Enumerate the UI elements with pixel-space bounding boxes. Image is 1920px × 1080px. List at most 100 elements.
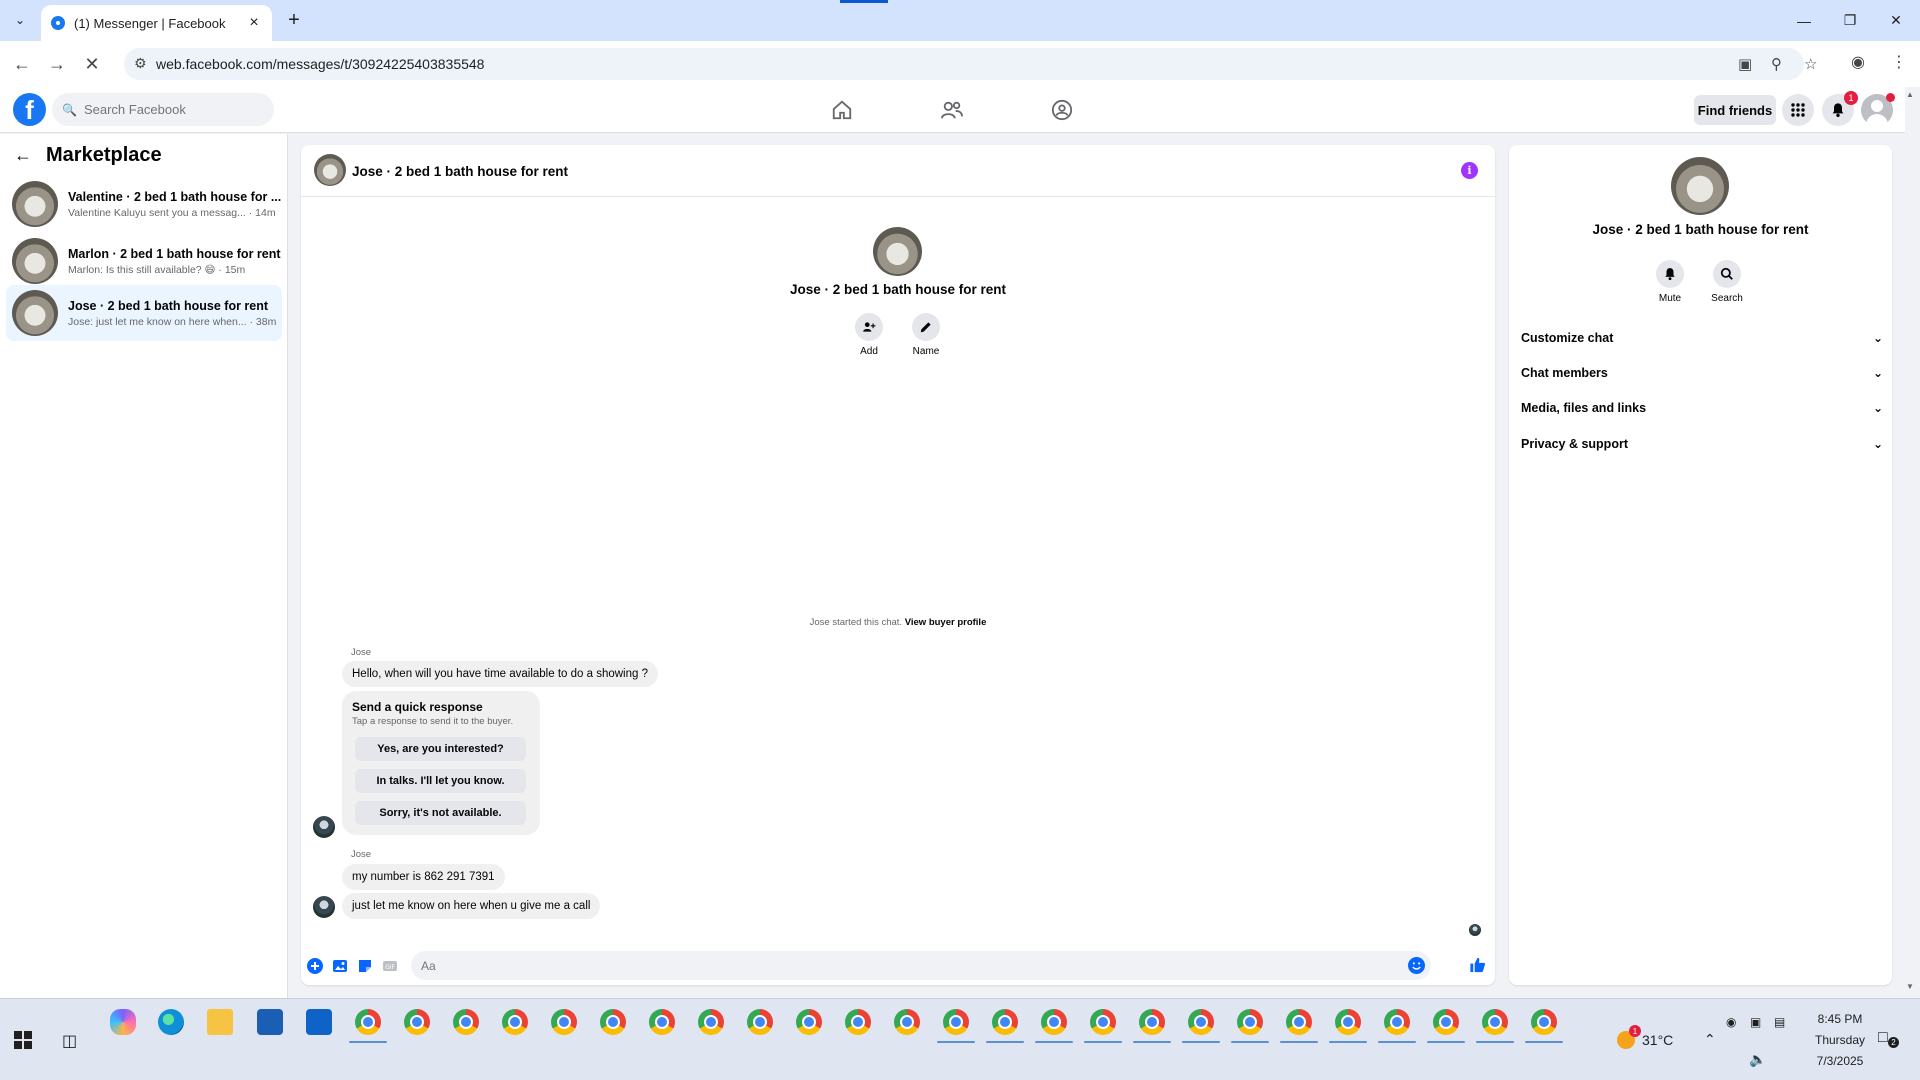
chrome-window-icon[interactable] [551, 1009, 577, 1035]
back-arrow-icon[interactable]: ← [14, 145, 32, 166]
media-files-links-section[interactable]: Media, files and links ⌄ [1521, 393, 1883, 423]
photo-icon[interactable] [331, 957, 348, 974]
friends-icon[interactable] [939, 97, 965, 123]
message-input-field[interactable] [411, 951, 1431, 980]
quick-response-interested-button[interactable]: Yes, are you interested? [355, 737, 526, 761]
tab-search-chevron-icon[interactable]: ⌄ [8, 8, 32, 32]
add-person-icon[interactable] [855, 313, 883, 341]
network-icon[interactable]: ▤ [1774, 1015, 1785, 1029]
facebook-search[interactable]: 🔍 [52, 93, 274, 126]
chrome-window-icon[interactable] [943, 1009, 969, 1035]
view-buyer-profile-link[interactable]: View buyer profile [905, 617, 987, 628]
windows-start-icon[interactable] [14, 1031, 32, 1049]
chrome-window-icon[interactable] [649, 1009, 675, 1035]
browser-tab-messenger[interactable]: (1) Messenger | Facebook × [41, 5, 272, 41]
sender-avatar[interactable] [313, 896, 335, 918]
scroll-up-arrow-icon[interactable]: ▲ [1906, 90, 1914, 99]
chrome-window-icon[interactable] [1335, 1009, 1361, 1035]
scroll-down-arrow-icon[interactable]: ▼ [1906, 982, 1914, 991]
quick-response-in-talks-button[interactable]: In talks. I'll let you know. [355, 769, 526, 793]
gif-icon[interactable]: GIF [381, 957, 398, 974]
chrome-window-icon[interactable] [1482, 1009, 1508, 1035]
url-text[interactable]: web.facebook.com/messages/t/309242254038… [156, 56, 484, 72]
chat-header-thumbnail[interactable] [314, 154, 346, 186]
minimize-window-icon[interactable]: — [1781, 0, 1827, 41]
file-explorer-icon[interactable] [207, 1009, 233, 1035]
conversation-item-valentine[interactable]: Valentine · 2 bed 1 bath house for ... V… [6, 176, 282, 232]
back-arrow-icon[interactable]: ← [10, 52, 34, 76]
close-tab-icon[interactable]: × [246, 14, 262, 32]
new-tab-plus-icon[interactable]: + [282, 8, 306, 32]
name-action[interactable]: Name [901, 313, 951, 357]
chrome-window-icon[interactable] [796, 1009, 822, 1035]
facebook-search-input[interactable] [83, 102, 254, 117]
conversation-item-jose[interactable]: Jose · 2 bed 1 bath house for rent Jose:… [6, 285, 282, 341]
privacy-support-section[interactable]: Privacy & support ⌄ [1521, 429, 1883, 459]
copilot-app-icon[interactable] [110, 1009, 136, 1035]
chrome-window-icon[interactable] [1286, 1009, 1312, 1035]
chrome-window-icon[interactable] [747, 1009, 773, 1035]
emoji-icon[interactable] [1408, 957, 1425, 974]
quick-response-not-available-button[interactable]: Sorry, it's not available. [355, 801, 526, 825]
microsoft-store-icon[interactable] [257, 1009, 283, 1035]
add-people-action[interactable]: Add [844, 313, 894, 357]
profile-icon[interactable]: ◉ [1851, 52, 1865, 72]
chat-header-name[interactable]: Jose · 2 bed 1 bath house for rent [352, 164, 568, 179]
recording-icon[interactable]: ◉ [1726, 1015, 1736, 1029]
facebook-logo-icon[interactable]: f [13, 93, 46, 126]
system-clock[interactable]: 8:45 PM Thursday 7/3/2025 [1800, 1009, 1880, 1072]
chrome-window-icon[interactable] [1090, 1009, 1116, 1035]
chrome-window-icon[interactable] [453, 1009, 479, 1035]
chrome-window-icon[interactable] [698, 1009, 724, 1035]
chrome-window-icon[interactable] [992, 1009, 1018, 1035]
chrome-window-icon[interactable] [502, 1009, 528, 1035]
close-window-icon[interactable]: ✕ [1873, 0, 1919, 41]
chrome-window-icon[interactable] [600, 1009, 626, 1035]
chrome-window-icon[interactable] [355, 1009, 381, 1035]
weather-widget[interactable]: 1 31°C [1617, 1025, 1673, 1049]
task-view-icon[interactable]: ◫ [62, 1031, 77, 1051]
site-settings-icon[interactable]: ⚙ [134, 55, 147, 72]
sender-avatar[interactable] [313, 816, 335, 838]
mute-action[interactable]: Mute [1645, 260, 1695, 304]
pencil-icon[interactable] [912, 313, 940, 341]
chat-members-section[interactable]: Chat members ⌄ [1521, 358, 1883, 388]
chrome-window-icon[interactable] [1237, 1009, 1263, 1035]
conversation-item-marlon[interactable]: Marlon · 2 bed 1 bath house for rent Mar… [6, 233, 282, 289]
message-input[interactable] [421, 958, 1408, 973]
address-bar[interactable]: ⚙ web.facebook.com/messages/t/3092422540… [124, 48, 1817, 80]
sticker-icon[interactable] [356, 957, 373, 974]
thumbs-up-icon[interactable] [1469, 956, 1486, 973]
notification-center-icon[interactable]: □ 2 [1878, 1029, 1899, 1048]
meet-now-icon[interactable]: ▣ [1750, 1015, 1761, 1029]
groups-icon[interactable] [1049, 97, 1075, 123]
notifications-bell-icon[interactable]: 1 [1822, 91, 1858, 126]
account-avatar[interactable] [1861, 93, 1895, 126]
volume-icon[interactable]: 🔈 [1749, 1051, 1766, 1068]
forward-arrow-icon[interactable]: → [45, 52, 69, 76]
home-icon[interactable] [829, 97, 855, 123]
find-friends-button[interactable]: Find friends [1694, 95, 1776, 125]
chrome-window-icon[interactable] [404, 1009, 430, 1035]
chrome-window-icon[interactable] [894, 1009, 920, 1035]
restore-window-icon[interactable]: ❐ [1827, 0, 1873, 41]
chrome-window-icon[interactable] [1531, 1009, 1557, 1035]
outlook-app-icon[interactable] [306, 1009, 332, 1035]
zoom-icon[interactable]: ⚲ [1771, 55, 1782, 73]
edge-app-icon[interactable] [158, 1009, 184, 1035]
stop-loading-icon[interactable]: ✕ [80, 52, 104, 76]
chrome-window-icon[interactable] [1188, 1009, 1214, 1035]
chrome-window-icon[interactable] [1139, 1009, 1165, 1035]
chrome-window-icon[interactable] [1433, 1009, 1459, 1035]
bell-icon[interactable] [1656, 260, 1684, 288]
chrome-window-icon[interactable] [845, 1009, 871, 1035]
menu-grid-icon[interactable] [1782, 94, 1814, 126]
chrome-menu-icon[interactable]: ⋮ [1891, 52, 1907, 72]
plus-circle-icon[interactable] [306, 957, 323, 974]
search-in-chat-action[interactable]: Search [1702, 260, 1752, 304]
info-icon[interactable]: i [1461, 162, 1478, 179]
install-app-icon[interactable]: ▣ [1738, 55, 1752, 73]
show-hidden-icons-chevron-icon[interactable]: ⌃ [1704, 1031, 1716, 1048]
chrome-window-icon[interactable] [1041, 1009, 1067, 1035]
customize-chat-section[interactable]: Customize chat ⌄ [1521, 323, 1883, 353]
